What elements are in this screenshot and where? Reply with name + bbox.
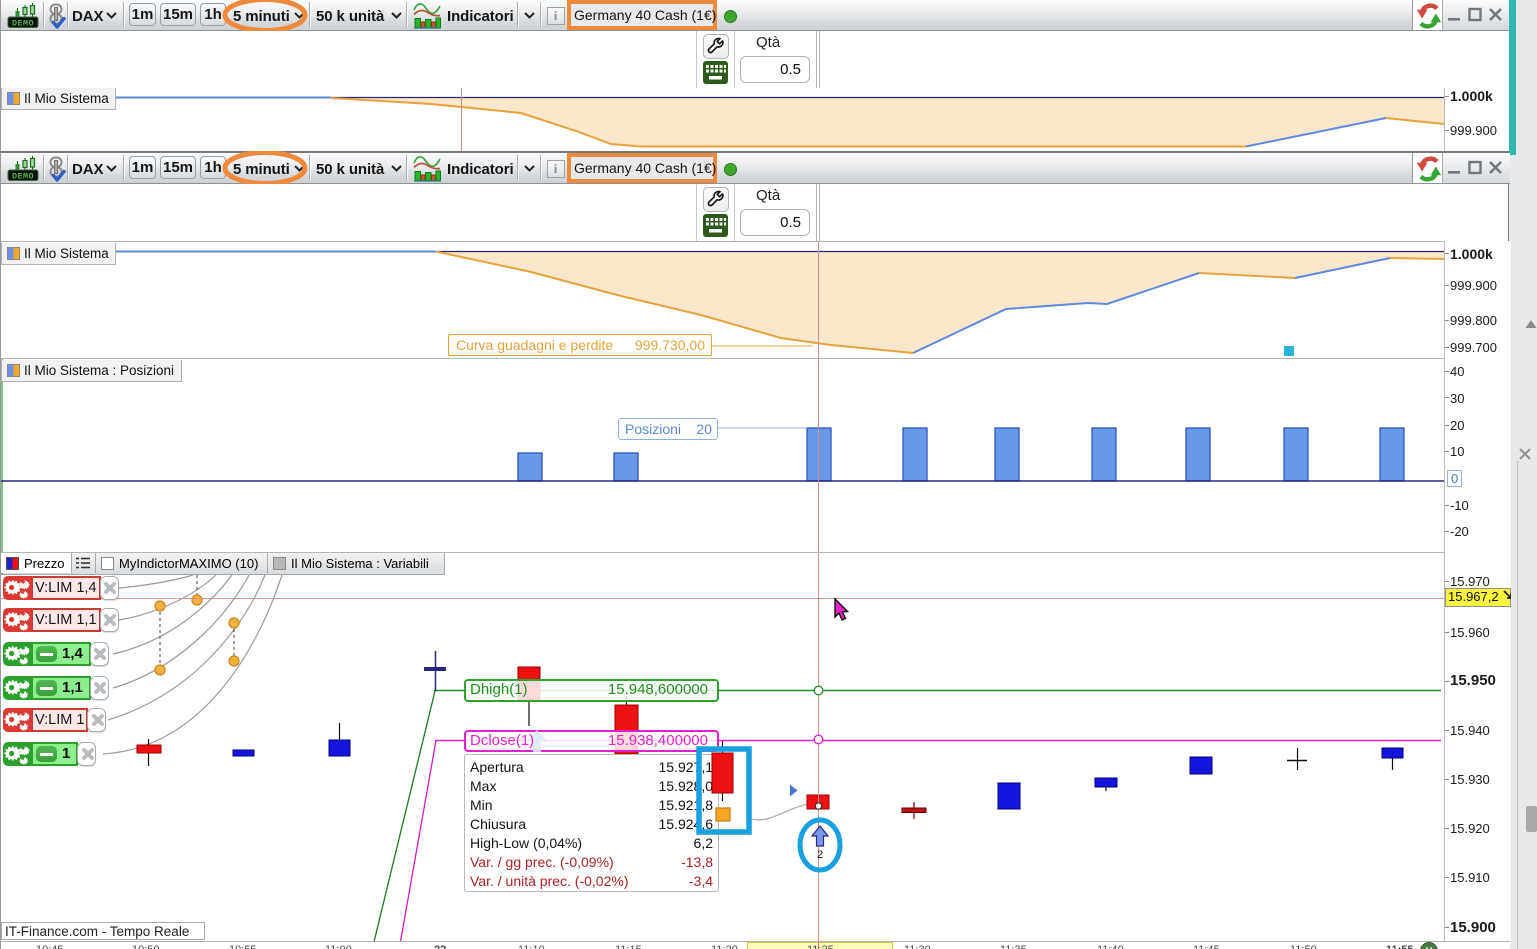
svg-text:DEMO: DEMO [12, 172, 34, 182]
svg-text:DEMO: DEMO [12, 19, 34, 29]
